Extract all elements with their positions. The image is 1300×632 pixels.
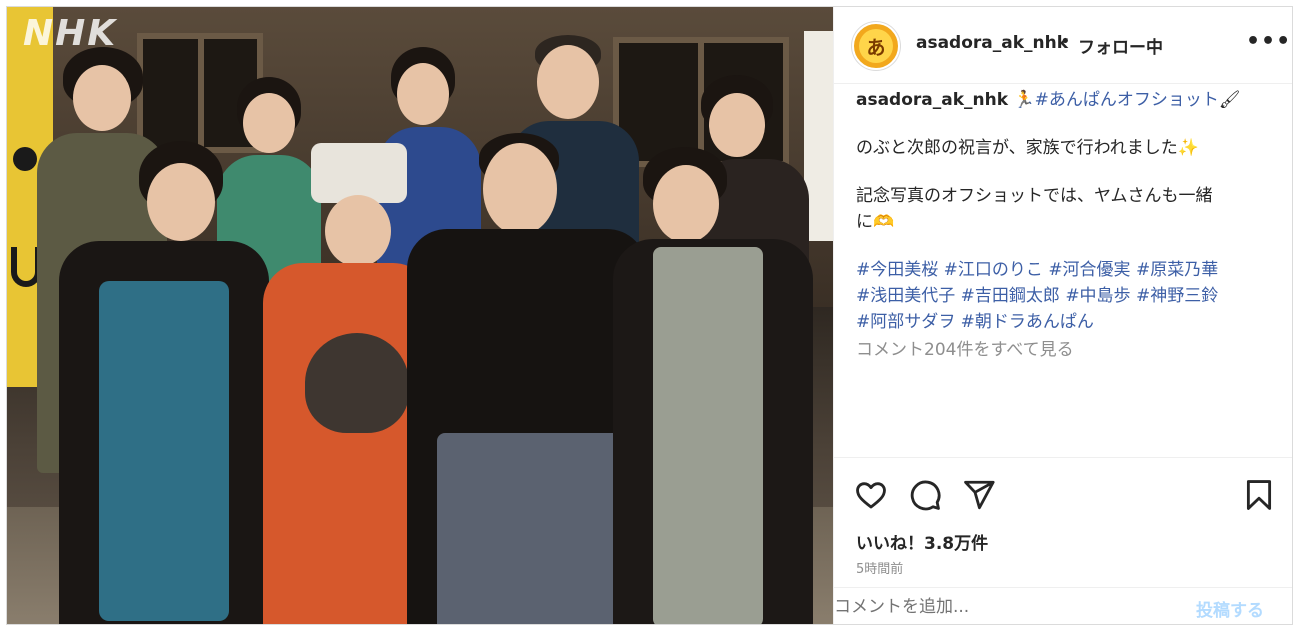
- avatar[interactable]: あ: [852, 22, 900, 70]
- comment-input[interactable]: [834, 594, 1154, 620]
- more-options-icon[interactable]: •••: [1246, 29, 1291, 54]
- hashtag-link[interactable]: #あんぱんオフショット: [1035, 90, 1219, 110]
- action-bar: [834, 457, 1292, 528]
- post-comment-button[interactable]: 投稿する: [1196, 596, 1264, 621]
- likes-count[interactable]: いいね！3.8万件: [856, 529, 988, 554]
- comment-bar: 投稿する: [834, 587, 1292, 624]
- hashtag-link[interactable]: #朝ドラあんぱん: [961, 312, 1094, 332]
- caption-line: のぶと次郎の祝言が、家族で行われました✨: [856, 135, 1276, 161]
- follow-status-button[interactable]: フォロー中: [1078, 33, 1163, 58]
- nhk-watermark: NHK: [23, 13, 118, 54]
- post-timestamp[interactable]: 5時間前: [856, 558, 903, 577]
- caption-line: に🫶: [856, 209, 1276, 235]
- caption-gap: [856, 161, 1276, 183]
- hashtag-link[interactable]: #阿部サダヲ: [856, 312, 955, 332]
- sparkles-emoji-icon: ✨: [1177, 138, 1199, 158]
- heart-hands-emoji-icon: 🫶: [873, 212, 895, 232]
- caption-text: のぶと次郎の祝言が、家族で行われました: [856, 138, 1178, 158]
- comment-icon[interactable]: [908, 478, 942, 512]
- header-separator: •: [1060, 31, 1071, 52]
- caption-gap: [856, 113, 1276, 135]
- brush-emoji-icon: 🖌: [1218, 90, 1241, 110]
- heart-icon[interactable]: [854, 478, 888, 512]
- hashtag-line: #今田美桜 #江口のりこ #河合優実 #原菜乃華: [856, 257, 1276, 283]
- post-header: あ asadora_ak_nhk • フォロー中 •••: [834, 7, 1292, 84]
- hashtag-link[interactable]: #今田美桜: [856, 260, 938, 280]
- caption-text: に: [856, 212, 873, 232]
- hashtag-line: #浅田美代子 #吉田鋼太郎 #中島歩 #神野三鈴: [856, 283, 1276, 309]
- post-photo[interactable]: NHK: [7, 7, 833, 624]
- caption-username[interactable]: asadora_ak_nhk: [856, 90, 1008, 110]
- post-caption: asadora_ak_nhk 🏃#あんぱんオフショット🖌 のぶと次郎の祝言が、家…: [856, 87, 1276, 363]
- post-side-panel: あ asadora_ak_nhk • フォロー中 ••• asadora_ak_…: [833, 7, 1292, 624]
- share-icon[interactable]: [962, 478, 996, 512]
- caption-line: 記念写真のオフショットでは、ヤムさんも一緒: [856, 183, 1276, 209]
- caption-title-line: asadora_ak_nhk 🏃#あんぱんオフショット🖌: [856, 87, 1276, 113]
- hashtag-link[interactable]: #吉田鋼太郎: [961, 286, 1060, 306]
- view-all-comments-link[interactable]: コメント204件をすべて見る: [856, 337, 1276, 363]
- header-username[interactable]: asadora_ak_nhk: [916, 33, 1068, 53]
- hashtag-link[interactable]: #江口のりこ: [944, 260, 1043, 280]
- hashtag-line: #阿部サダヲ #朝ドラあんぱん: [856, 309, 1276, 335]
- hashtag-link[interactable]: #浅田美代子: [856, 286, 955, 306]
- hashtag-link[interactable]: #神野三鈴: [1136, 286, 1218, 306]
- hashtag-link[interactable]: #河合優実: [1048, 260, 1130, 280]
- caption-text: 記念写真のオフショットでは、ヤムさんも一緒: [856, 186, 1213, 206]
- bookmark-icon[interactable]: [1242, 478, 1276, 512]
- instagram-post: NHK あ asadora_ak_nhk • フォロー中 ••• asadora…: [6, 6, 1293, 625]
- avatar-glyph: あ: [859, 29, 893, 63]
- caption-gap: [856, 235, 1276, 257]
- hashtag-link[interactable]: #中島歩: [1065, 286, 1130, 306]
- runner-emoji-icon: 🏃: [1013, 90, 1035, 110]
- hashtag-link[interactable]: #原菜乃華: [1136, 260, 1218, 280]
